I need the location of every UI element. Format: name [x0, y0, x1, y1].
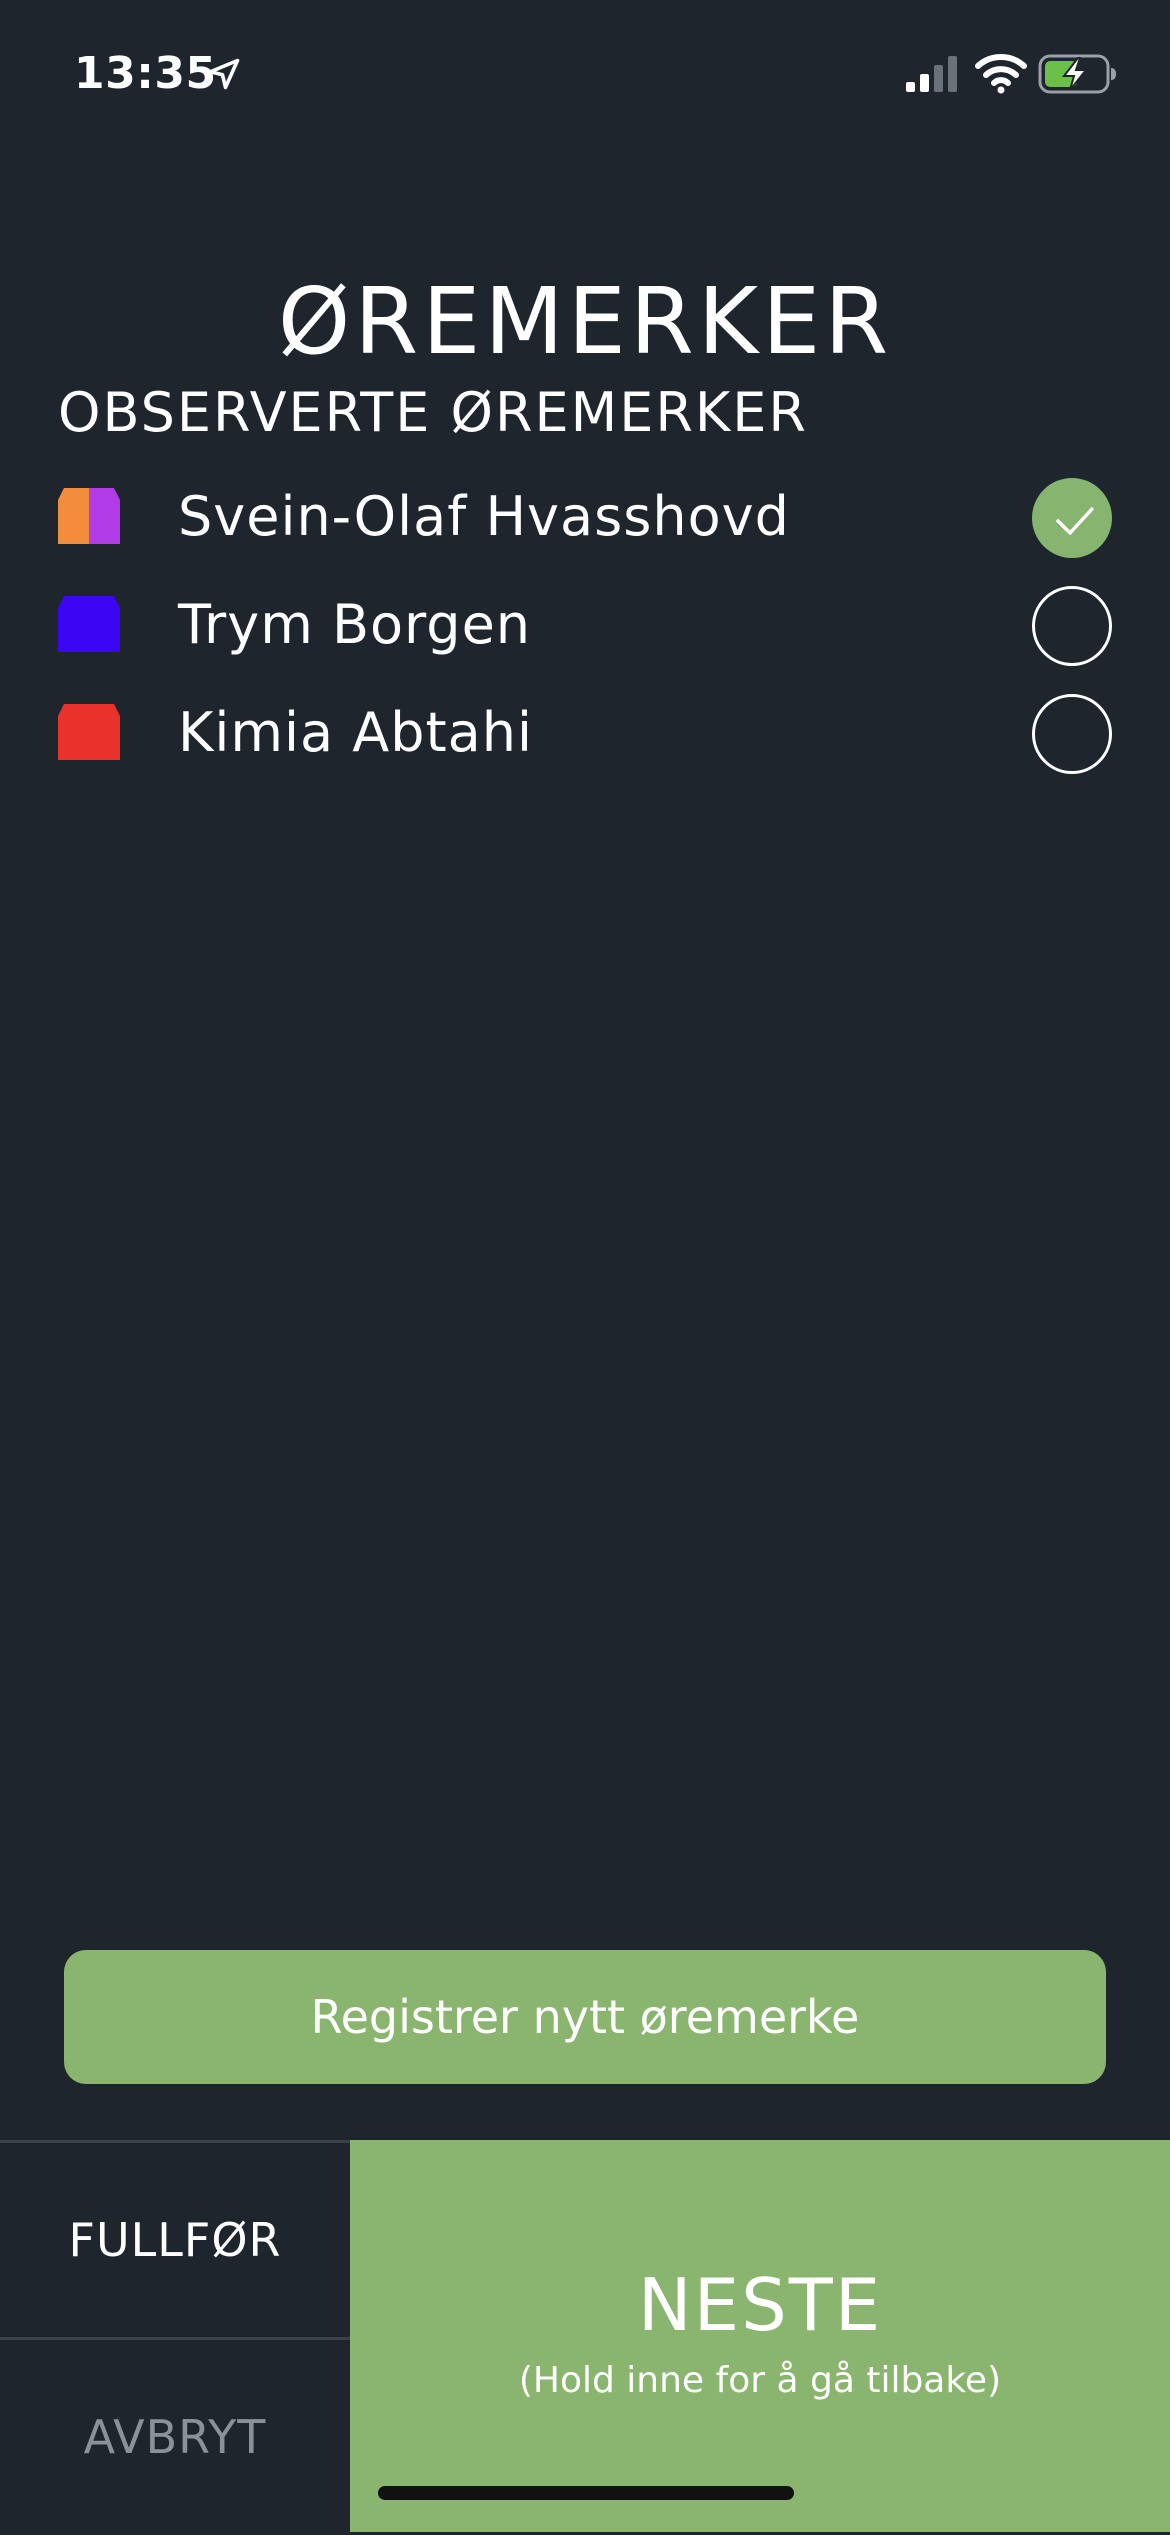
- section-heading: OBSERVERTE ØREMERKER: [58, 381, 808, 444]
- ear-tag-color-icon: [58, 488, 120, 544]
- checkbox-unchecked[interactable]: [1032, 586, 1112, 666]
- bottom-action-bar: FULLFØR AVBRYT NESTE (Hold inne for å gå…: [0, 2140, 1170, 2532]
- register-new-tag-button[interactable]: Registrer nytt øremerke: [64, 1950, 1106, 2084]
- cancel-button[interactable]: AVBRYT: [0, 2340, 350, 2535]
- tag-owner-name: Kimia Abtahi: [178, 701, 533, 764]
- tag-row[interactable]: Kimia Abtahi: [0, 682, 1170, 790]
- checkbox-checked[interactable]: [1032, 478, 1112, 558]
- next-hint: (Hold inne for å gå tilbake): [518, 2360, 1002, 2401]
- page-title: ØREMERKER: [277, 267, 893, 375]
- wifi-icon: [975, 54, 1027, 94]
- ear-tag-color-icon: [58, 596, 120, 652]
- battery-charging-icon: [1038, 54, 1116, 94]
- location-arrow-icon: [208, 58, 240, 90]
- tag-list: Svein-Olaf Hvasshovd Trym Borgen Kimia A…: [0, 466, 1170, 790]
- ear-tag-color-icon: [58, 704, 120, 760]
- home-indicator[interactable]: [378, 2486, 794, 2500]
- tag-owner-name: Trym Borgen: [178, 593, 532, 656]
- next-button[interactable]: NESTE (Hold inne for å gå tilbake): [350, 2140, 1170, 2532]
- tag-row[interactable]: Svein-Olaf Hvasshovd: [0, 466, 1170, 574]
- next-label: NESTE: [637, 2263, 883, 2347]
- status-bar: 13:35: [0, 0, 1170, 150]
- bottom-left-actions: FULLFØR AVBRYT: [0, 2140, 350, 2532]
- finish-button[interactable]: FULLFØR: [0, 2143, 350, 2337]
- tag-owner-name: Svein-Olaf Hvasshovd: [178, 485, 790, 548]
- cellular-signal-icon: [906, 56, 957, 92]
- checkmark-icon: [1056, 507, 1094, 535]
- tag-row[interactable]: Trym Borgen: [0, 574, 1170, 682]
- checkbox-unchecked[interactable]: [1032, 694, 1112, 774]
- status-time: 13:35: [74, 48, 217, 99]
